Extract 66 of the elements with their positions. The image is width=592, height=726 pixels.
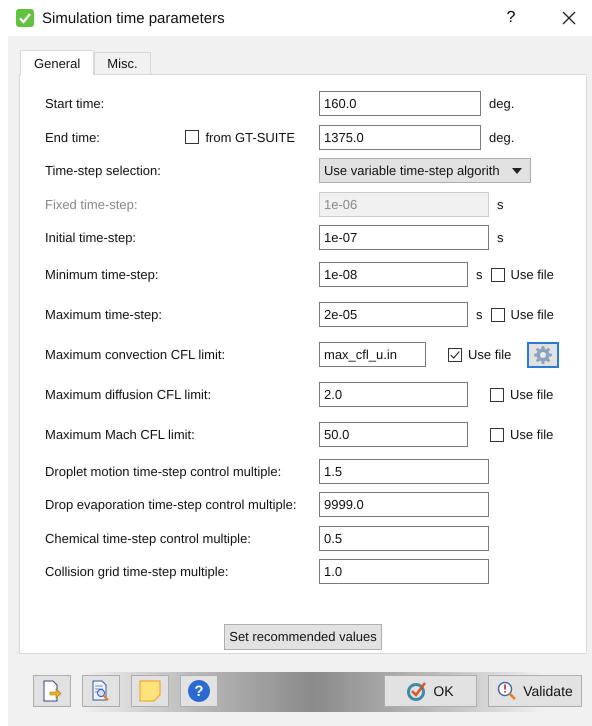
- checkbox[interactable]: [185, 130, 200, 144]
- checkbox-label: Use file: [510, 387, 554, 402]
- field-label: Maximum convection CFL limit:: [45, 347, 226, 362]
- input-field[interactable]: 2.0: [319, 382, 468, 407]
- input-field[interactable]: 1.5: [319, 458, 489, 484]
- input-field[interactable]: max_cfl_u.in: [319, 342, 426, 367]
- sticky-note-icon: [139, 680, 161, 702]
- input-field[interactable]: 1375.0: [319, 124, 481, 150]
- check-circle-icon: [407, 681, 428, 701]
- field-label: Start time:: [45, 96, 104, 112]
- tab[interactable]: General: [20, 50, 94, 75]
- document-magnifier-icon: [91, 680, 111, 702]
- preview-button[interactable]: [82, 675, 120, 707]
- unit-label: deg.: [489, 130, 514, 145]
- field-label: Time-step selection:: [45, 163, 161, 178]
- unit-label: s: [497, 196, 504, 212]
- input-field[interactable]: 1e-08: [319, 262, 468, 287]
- checkmark-icon: [16, 9, 34, 27]
- checkbox-label: Use file: [468, 347, 512, 362]
- unit-label: deg.: [489, 96, 514, 112]
- unit-label: s: [476, 307, 482, 322]
- gear-icon: [533, 344, 554, 364]
- tab[interactable]: Misc.: [94, 52, 151, 74]
- ok-button[interactable]: OK: [384, 675, 477, 707]
- window-title: Simulation time parameters: [42, 10, 226, 26]
- field-label: Fixed time-step:: [45, 196, 138, 212]
- field-label: Initial time-step:: [45, 230, 136, 246]
- close-icon: [562, 11, 576, 25]
- input-field[interactable]: 9999.0: [319, 492, 489, 518]
- checkbox-label: Use file: [510, 267, 554, 282]
- export-button[interactable]: [33, 675, 71, 707]
- field-label: Maximum diffusion CFL limit:: [45, 387, 212, 402]
- dropdown-arrow-icon: [512, 168, 522, 174]
- checkbox[interactable]: [490, 428, 504, 442]
- input-field[interactable]: 1.0: [319, 559, 489, 584]
- document-arrow-icon: [42, 680, 62, 702]
- time-step-dropdown[interactable]: Use variable time-step algorith: [319, 158, 531, 184]
- field-label: Chemical time-step control multiple:: [45, 530, 251, 546]
- input-field[interactable]: 50.0: [319, 422, 468, 447]
- validate-button[interactable]: Validate: [488, 675, 582, 707]
- checkbox[interactable]: [448, 348, 462, 362]
- checkbox[interactable]: [490, 308, 504, 322]
- help-button[interactable]: ?: [488, 2, 534, 34]
- input-field[interactable]: 1e-07: [319, 225, 489, 250]
- input-field[interactable]: 2e-05: [319, 302, 468, 327]
- settings-button[interactable]: [527, 342, 560, 368]
- magnifier-icon: [497, 681, 518, 701]
- field-label: End time:: [45, 130, 100, 145]
- set-recommended-button[interactable]: Set recommended values: [224, 624, 382, 650]
- unit-label: s: [497, 230, 504, 246]
- field-label: Minimum time-step:: [45, 267, 158, 282]
- input-field[interactable]: 0.5: [319, 526, 489, 551]
- field-label: Drop evaporation time-step control multiple:: [45, 497, 296, 512]
- checkbox[interactable]: [490, 268, 504, 282]
- help-icon: ?: [188, 680, 210, 702]
- unit-label: s: [476, 267, 482, 282]
- checkbox[interactable]: [490, 388, 504, 402]
- input-field[interactable]: 160.0: [319, 91, 481, 116]
- field-label: Maximum Mach CFL limit:: [45, 427, 195, 442]
- checkbox-label: Use file: [510, 307, 554, 322]
- field-label: Collision grid time-step multiple:: [45, 564, 229, 580]
- field-label: Droplet motion time-step control multiple:: [45, 464, 282, 479]
- checkbox-label: Use file: [510, 427, 554, 442]
- checkbox-label: from GT-SUITE: [205, 130, 295, 145]
- field-label: Maximum time-step:: [45, 307, 162, 322]
- help-button[interactable]: ?: [180, 675, 218, 707]
